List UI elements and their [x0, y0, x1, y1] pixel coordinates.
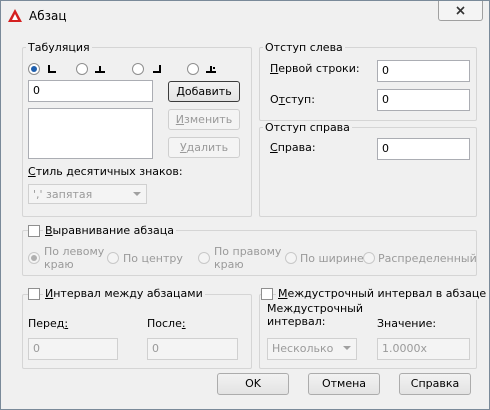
paragraph-spacing-checkbox-label: Интервал между абзацами — [43, 287, 205, 300]
alignment-checkbox-label: Выравнивание абзаца — [43, 224, 176, 237]
autocad-logo-icon — [8, 9, 22, 22]
title-bar: Абзац — [1, 1, 489, 31]
tabs-group-title: Табуляция — [26, 41, 92, 54]
indent-label: Отступ: — [270, 93, 315, 106]
chevron-down-icon — [133, 192, 141, 196]
right-indent-label: Справа: — [270, 141, 316, 154]
cancel-button[interactable]: Отмена — [308, 373, 380, 395]
paragraph-dialog: Абзац Табуляция 0 Добавить Изменить Удал… — [0, 0, 490, 410]
value-label: Значение: — [377, 317, 437, 330]
line-spacing-checkbox[interactable] — [261, 288, 273, 300]
tab-type-right-radio[interactable] — [132, 63, 144, 75]
close-icon — [456, 6, 465, 15]
right-tab-icon — [153, 65, 161, 73]
window-title: Абзац — [29, 9, 67, 23]
right-indent-input[interactable]: 0 — [377, 138, 470, 160]
indent-input[interactable]: 0 — [377, 89, 470, 111]
indent-right-title: Отступ справа — [263, 121, 352, 134]
align-distributed-label: Распределенный — [378, 252, 477, 265]
align-right-radio[interactable] — [198, 252, 210, 264]
decimal-tab-icon — [206, 66, 216, 73]
align-left-radio[interactable] — [28, 252, 40, 264]
decimal-style-select[interactable]: ',' запятая — [28, 184, 147, 204]
decimal-style-label: Стиль десятичных знаков: — [28, 165, 183, 178]
align-center-label: По центру — [123, 252, 183, 265]
add-tab-button[interactable]: Добавить — [168, 81, 240, 102]
ok-button[interactable]: OK — [217, 373, 289, 395]
align-center-radio[interactable] — [107, 252, 119, 264]
before-label: Перед: — [28, 317, 69, 330]
before-input[interactable]: 0 — [28, 338, 118, 360]
line-interval-select[interactable]: Несколько — [267, 338, 357, 360]
paragraph-spacing-checkbox[interactable] — [28, 288, 40, 300]
line-interval-label: Междустрочный интервал: — [267, 302, 363, 328]
help-button[interactable]: Справка — [399, 373, 471, 395]
alignment-checkbox[interactable] — [28, 225, 40, 237]
after-label: После: — [147, 317, 186, 330]
indent-left-title: Отступ слева — [263, 41, 345, 54]
align-distributed-radio[interactable] — [363, 252, 375, 264]
align-justify-radio[interactable] — [285, 252, 297, 264]
after-input[interactable]: 0 — [147, 338, 238, 360]
delete-tab-button[interactable]: Удалить — [168, 137, 240, 158]
align-right-label: По правому краю — [214, 245, 282, 271]
close-button[interactable] — [438, 1, 483, 21]
line-spacing-checkbox-label: Междустрочный интервал в абзаце — [276, 287, 489, 300]
tab-position-input[interactable]: 0 — [28, 80, 153, 102]
center-tab-icon — [95, 66, 105, 73]
left-tab-icon — [48, 65, 56, 73]
tab-type-center-radio[interactable] — [76, 63, 88, 75]
align-justify-label: По ширине — [300, 252, 364, 265]
change-tab-button[interactable]: Изменить — [168, 109, 240, 130]
first-line-input[interactable]: 0 — [377, 60, 470, 82]
tab-list-box[interactable] — [28, 108, 153, 159]
chevron-down-icon — [343, 346, 351, 350]
first-line-label: Первой строки: — [270, 62, 360, 75]
value-input[interactable]: 1.0000x — [377, 338, 470, 360]
align-left-label: По левому краю — [44, 245, 105, 271]
tab-type-left-radio[interactable] — [28, 63, 40, 75]
tab-type-decimal-radio[interactable] — [187, 63, 199, 75]
